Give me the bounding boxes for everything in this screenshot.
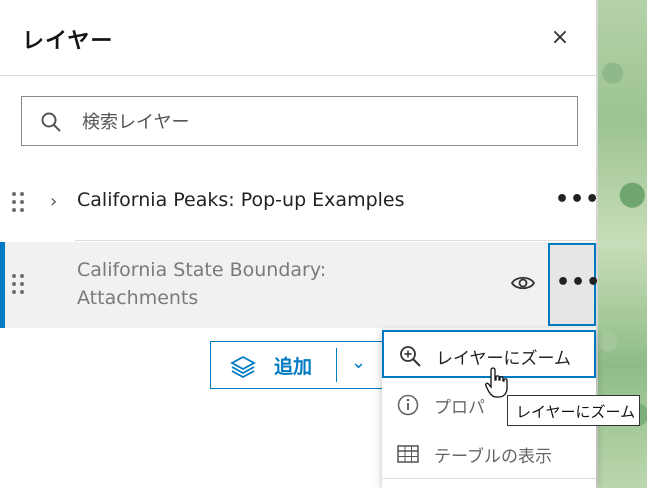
table-icon <box>397 445 419 463</box>
panel-header: レイヤー × <box>0 0 596 76</box>
search-box[interactable] <box>21 96 578 146</box>
panel-title: レイヤー <box>22 29 114 54</box>
menu-item-label: テーブルの表示 <box>434 447 552 467</box>
divider <box>382 478 596 479</box>
more-options-icon: ••• <box>556 270 602 295</box>
layer-name: California State Boundary: Attachments <box>77 259 327 309</box>
chevron-right-icon[interactable]: › <box>50 192 64 212</box>
layer-actions-button[interactable]: ••• <box>548 243 602 326</box>
layer-row[interactable]: › California Peaks: Pop-up Examples ••• <box>0 170 599 234</box>
add-button-label: 追加 <box>274 356 313 378</box>
close-button[interactable]: × <box>546 24 574 52</box>
add-layer-button[interactable]: 追加 ⌄ <box>210 341 385 389</box>
drag-handle-icon[interactable] <box>12 274 26 296</box>
layers-icon <box>230 355 256 378</box>
info-icon <box>397 394 419 416</box>
drag-handle-icon[interactable] <box>12 192 26 214</box>
visibility-eye-icon[interactable] <box>510 272 536 294</box>
chevron-down-icon[interactable]: ⌄ <box>351 352 366 373</box>
more-options-icon[interactable]: ••• <box>555 189 599 214</box>
search-icon <box>41 112 61 132</box>
tooltip: レイヤーにズーム <box>507 395 640 426</box>
menu-item-label: プロパ <box>434 398 485 418</box>
layer-row-selected[interactable]: California State Boundary: Attachments <box>0 242 596 328</box>
search-input[interactable] <box>82 107 562 137</box>
divider <box>75 240 596 241</box>
menu-item-show-table[interactable]: テーブルの表示 <box>382 430 596 478</box>
layer-name: California Peaks: Pop-up Examples <box>77 189 405 211</box>
split-divider <box>336 348 337 382</box>
zoom-in-icon <box>400 346 421 367</box>
layers-panel: レイヤー × › California Peaks: Pop-up Exampl… <box>0 0 640 488</box>
